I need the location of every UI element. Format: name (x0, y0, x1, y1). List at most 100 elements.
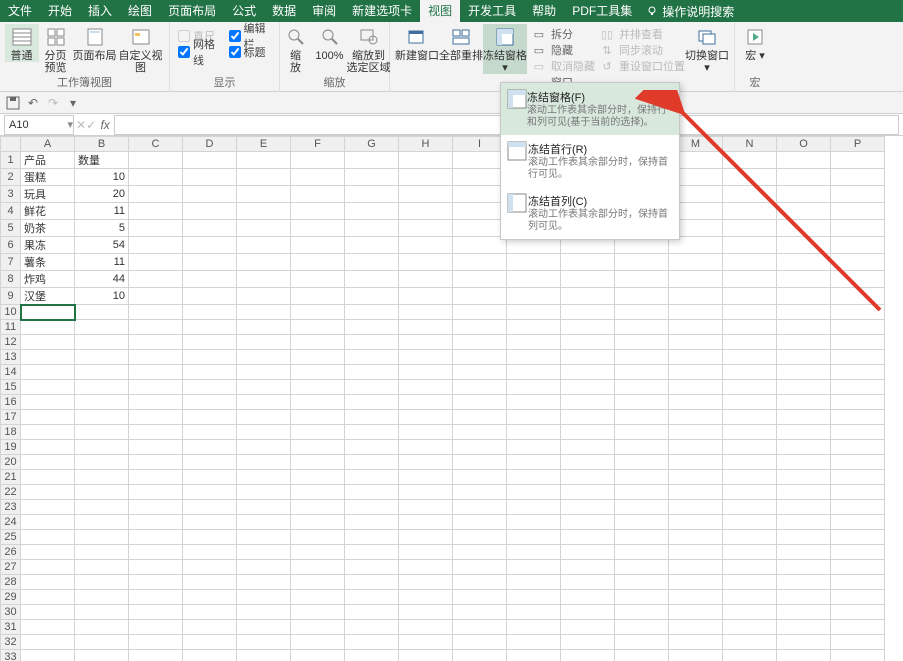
cell[interactable] (183, 237, 237, 254)
cell[interactable] (129, 545, 183, 560)
cell[interactable] (453, 530, 507, 545)
cell[interactable] (507, 530, 561, 545)
cell[interactable] (399, 305, 453, 320)
cell[interactable] (75, 335, 129, 350)
cell[interactable] (237, 620, 291, 635)
cell[interactable] (507, 320, 561, 335)
cell[interactable] (831, 203, 885, 220)
cell[interactable] (453, 320, 507, 335)
cell[interactable] (75, 440, 129, 455)
freeze-panes-item[interactable]: 冻结窗格(F)滚动工作表其余部分时，保持行和列可见(基于当前的选择)。 (501, 83, 679, 135)
cell[interactable] (129, 395, 183, 410)
cell[interactable] (615, 395, 669, 410)
cell[interactable] (237, 560, 291, 575)
cell[interactable] (21, 530, 75, 545)
col-header[interactable]: H (399, 137, 453, 152)
cell[interactable] (291, 271, 345, 288)
row-header[interactable]: 23 (1, 500, 21, 515)
cell[interactable] (615, 271, 669, 288)
cell[interactable] (561, 335, 615, 350)
cell[interactable] (507, 288, 561, 305)
cell[interactable] (183, 335, 237, 350)
cell[interactable] (831, 350, 885, 365)
cell[interactable] (399, 455, 453, 470)
cell[interactable] (183, 530, 237, 545)
cell[interactable] (669, 560, 723, 575)
cell[interactable] (507, 425, 561, 440)
cell[interactable]: 玩具 (21, 186, 75, 203)
cell[interactable] (291, 515, 345, 530)
cell[interactable] (291, 635, 345, 650)
row-header[interactable]: 22 (1, 485, 21, 500)
cell[interactable] (723, 271, 777, 288)
cell[interactable] (831, 575, 885, 590)
tab-draw[interactable]: 绘图 (120, 0, 160, 22)
cell[interactable] (615, 635, 669, 650)
cell[interactable] (21, 545, 75, 560)
cell[interactable] (183, 560, 237, 575)
cell[interactable] (21, 470, 75, 485)
cell[interactable] (831, 271, 885, 288)
cell[interactable] (615, 500, 669, 515)
cell[interactable] (453, 395, 507, 410)
tab-layout[interactable]: 页面布局 (160, 0, 224, 22)
cell[interactable] (453, 365, 507, 380)
cell[interactable] (723, 380, 777, 395)
cell[interactable] (399, 220, 453, 237)
cell[interactable] (669, 590, 723, 605)
cell[interactable]: 产品 (21, 152, 75, 169)
chk-gridlines[interactable]: 网格线 (178, 44, 221, 60)
cell[interactable] (75, 590, 129, 605)
cell[interactable] (777, 271, 831, 288)
cell[interactable] (237, 575, 291, 590)
cell[interactable] (561, 380, 615, 395)
cell[interactable] (453, 237, 507, 254)
cell[interactable] (669, 288, 723, 305)
cell[interactable] (345, 425, 399, 440)
cell[interactable] (399, 320, 453, 335)
cell[interactable] (21, 500, 75, 515)
cell[interactable] (21, 335, 75, 350)
cell[interactable] (345, 395, 399, 410)
col-header[interactable]: E (237, 137, 291, 152)
cell[interactable] (183, 220, 237, 237)
cell[interactable] (723, 305, 777, 320)
tab-help[interactable]: 帮助 (524, 0, 564, 22)
cell[interactable] (723, 650, 777, 661)
cell[interactable] (831, 635, 885, 650)
cell[interactable] (777, 470, 831, 485)
cell[interactable] (129, 500, 183, 515)
name-box[interactable]: A10▾ (4, 115, 74, 135)
cell[interactable] (507, 365, 561, 380)
cell[interactable] (507, 254, 561, 271)
cell[interactable] (507, 575, 561, 590)
cell[interactable] (615, 575, 669, 590)
cell[interactable] (507, 380, 561, 395)
cell[interactable] (399, 545, 453, 560)
col-header[interactable]: I (453, 137, 507, 152)
cell[interactable] (291, 425, 345, 440)
cell[interactable] (669, 470, 723, 485)
cell[interactable] (399, 620, 453, 635)
qat-more-button[interactable]: ▾ (64, 94, 82, 112)
cell[interactable] (345, 440, 399, 455)
cell[interactable] (75, 470, 129, 485)
cell[interactable] (399, 237, 453, 254)
cell[interactable] (507, 485, 561, 500)
cell[interactable] (75, 500, 129, 515)
cell[interactable] (669, 635, 723, 650)
cell[interactable] (453, 470, 507, 485)
freeze-first-col-item[interactable]: 冻结首列(C)滚动工作表其余部分时，保持首列可见。 (501, 187, 679, 239)
cell[interactable] (75, 650, 129, 661)
arrange-all-button[interactable]: 全部重排 (439, 24, 483, 62)
row-header[interactable]: 6 (1, 237, 21, 254)
cell[interactable] (669, 395, 723, 410)
cell[interactable] (237, 254, 291, 271)
cell[interactable] (21, 650, 75, 661)
row-header[interactable]: 30 (1, 605, 21, 620)
row-header[interactable]: 26 (1, 545, 21, 560)
cell[interactable] (291, 320, 345, 335)
cell[interactable] (75, 575, 129, 590)
cell[interactable] (21, 410, 75, 425)
cell[interactable] (723, 470, 777, 485)
